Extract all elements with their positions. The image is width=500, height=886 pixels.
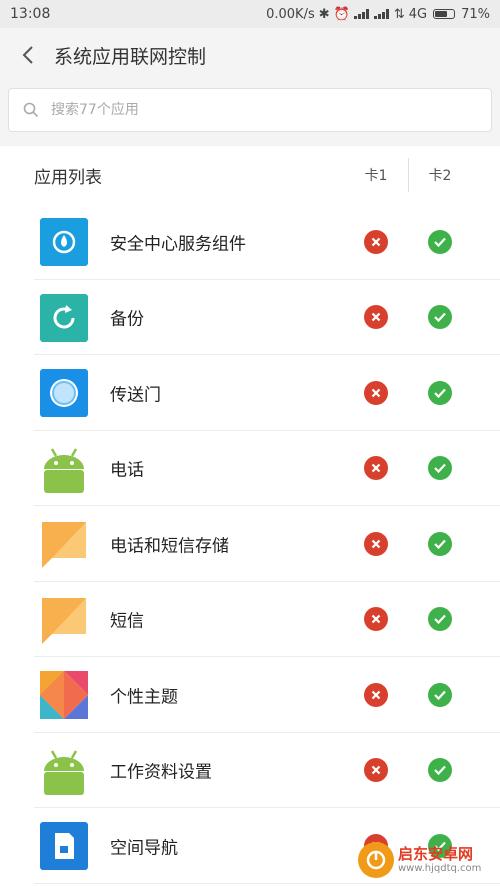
app-list: 安全中心服务组件 备份传送门电话电话和短信存储 短信个性主题工作资料设置 空间导航 <box>0 204 500 884</box>
network-type: 4G <box>408 6 428 22</box>
check-icon <box>434 766 446 776</box>
check-icon <box>434 690 446 700</box>
app-name: 备份 <box>110 309 144 330</box>
space-navigation-icon <box>40 822 88 870</box>
sim2-toggle[interactable] <box>428 758 452 783</box>
x-icon <box>371 388 381 398</box>
app-name: 电话和短信存储 <box>110 536 229 557</box>
list-item: 电话 <box>0 431 500 506</box>
app-name: 工作资料设置 <box>110 762 212 783</box>
sim2-toggle[interactable] <box>428 456 452 481</box>
row-divider <box>34 882 500 884</box>
app-name: 安全中心服务组件 <box>110 234 246 255</box>
search-area <box>0 82 500 148</box>
network-speed: 0.00K/s <box>266 6 315 22</box>
battery-percent: 71% <box>461 6 490 22</box>
sim2-toggle[interactable] <box>428 305 452 330</box>
page-title: 系统应用联网控制 <box>54 45 207 68</box>
sim1-toggle[interactable] <box>364 531 388 556</box>
list-item: 安全中心服务组件 <box>0 204 500 280</box>
sim1-toggle[interactable] <box>364 758 388 783</box>
check-icon <box>434 615 446 625</box>
check-icon <box>434 388 446 398</box>
sim2-toggle[interactable] <box>428 229 452 254</box>
chevron-left-icon <box>22 46 33 64</box>
sim2-toggle[interactable] <box>428 682 452 707</box>
search-box[interactable] <box>8 88 492 132</box>
status-icons: 0.00K/s ✱ ⏰ ⇅ 4G 71% <box>266 7 490 22</box>
x-icon <box>371 312 381 322</box>
android-icon <box>40 445 88 493</box>
watermark-text: 启东安卓网 <box>398 845 474 864</box>
search-input[interactable] <box>49 101 453 119</box>
search-icon <box>23 102 39 118</box>
check-icon <box>434 237 446 247</box>
bluetooth-icon: ✱ <box>318 6 330 22</box>
message-bubble-icon <box>40 520 88 568</box>
column-divider <box>408 158 409 192</box>
list-header: 应用列表 卡1 卡2 <box>0 146 500 204</box>
sim2-toggle[interactable] <box>428 531 452 556</box>
backup-icon <box>40 293 88 342</box>
status-time: 13:08 <box>10 6 51 22</box>
watermark-url: www.hjqdtq.com <box>398 862 482 874</box>
sim1-toggle[interactable] <box>364 305 388 330</box>
themes-icon <box>40 671 88 719</box>
check-icon <box>434 313 446 323</box>
watermark: 启东安卓网 www.hjqdtq.com <box>358 838 494 882</box>
security-component-icon <box>40 218 88 266</box>
list-item: 工作资料设置 <box>0 733 500 808</box>
x-icon <box>371 614 381 624</box>
sim2-toggle[interactable] <box>428 607 452 632</box>
message-bubble-icon <box>40 596 88 644</box>
signal-icon <box>373 9 389 19</box>
check-icon <box>434 464 446 474</box>
sim1-toggle[interactable] <box>364 607 388 632</box>
column-sim1: 卡1 <box>364 168 388 184</box>
battery-icon <box>433 9 456 19</box>
alarm-icon: ⏰ <box>333 6 350 22</box>
sim2-toggle[interactable] <box>428 380 452 405</box>
x-icon <box>371 539 381 549</box>
x-icon <box>371 690 381 700</box>
app-name: 个性主题 <box>110 687 178 708</box>
app-name: 空间导航 <box>110 838 178 859</box>
x-icon <box>371 463 381 473</box>
data-transfer-icon: ⇅ <box>393 6 405 22</box>
title-bar: 系统应用联网控制 <box>0 28 500 82</box>
list-item: 个性主题 <box>0 657 500 733</box>
sim1-toggle[interactable] <box>364 380 388 405</box>
list-item: 传送门 <box>0 355 500 431</box>
check-icon <box>434 539 446 549</box>
watermark-logo-icon <box>358 842 394 878</box>
back-button[interactable] <box>16 43 40 67</box>
app-name: 短信 <box>110 611 144 632</box>
signal-icon <box>353 9 369 19</box>
list-title: 应用列表 <box>34 167 102 188</box>
app-name: 电话 <box>110 460 144 481</box>
x-icon <box>371 237 381 247</box>
x-icon <box>371 765 381 775</box>
column-sim2: 卡2 <box>428 168 452 184</box>
app-name: 传送门 <box>110 385 161 406</box>
android-icon <box>40 747 88 795</box>
list-item: 电话和短信存储 <box>0 506 500 582</box>
sim1-toggle[interactable] <box>364 682 388 707</box>
sim1-toggle[interactable] <box>364 456 388 481</box>
app-list-panel: 应用列表 卡1 卡2 安全中心服务组件 备份传送门电话电话和短信存储 短信个性主题工… <box>0 146 500 886</box>
status-bar: 13:08 0.00K/s ✱ ⏰ ⇅ 4G 71% <box>0 0 500 28</box>
portal-icon <box>40 369 88 417</box>
sim1-toggle[interactable] <box>364 229 388 254</box>
list-item: 备份 <box>0 280 500 355</box>
list-item: 短信 <box>0 582 500 657</box>
